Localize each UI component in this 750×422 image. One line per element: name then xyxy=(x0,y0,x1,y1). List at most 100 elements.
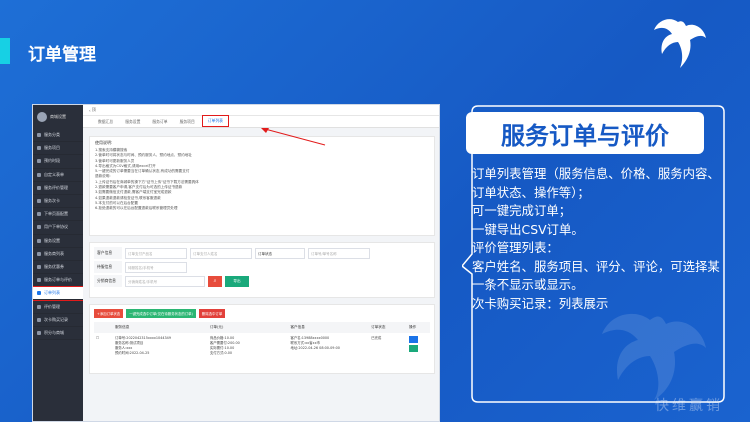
sidebar-item[interactable]: 服务商列表 xyxy=(33,248,83,261)
menu-icon xyxy=(37,330,41,335)
sidebar-item-label: 下单页面配置 xyxy=(44,211,68,217)
column-header xyxy=(96,325,115,330)
order-status-cell: 已完成 xyxy=(371,336,382,340)
sidebar-item[interactable]: 预约时段 xyxy=(33,155,83,169)
sidebar-item[interactable]: 服务分类 xyxy=(33,129,83,143)
menu-icon xyxy=(37,172,41,177)
tab-item[interactable]: 数据汇总 xyxy=(93,117,118,127)
customer-product-input[interactable]: 订单支付产品名 xyxy=(125,247,187,259)
filter-panel: 客户信息 订单支付产品名 订单支付人姓名 订单状态 订单号/单号名称 待服信息 … xyxy=(89,242,435,298)
customer-name-input[interactable]: 订单支付人姓名 xyxy=(190,247,252,259)
column-header: 服务信息 xyxy=(114,325,130,329)
column-header: 订单(元) xyxy=(209,325,224,329)
list-action-button[interactable]: +添加订单状态 xyxy=(94,309,124,318)
sidebar-item-label: 服务分类 xyxy=(44,132,60,138)
menu-icon xyxy=(37,199,41,204)
export-label: 导出 xyxy=(233,278,241,283)
menu-icon xyxy=(37,317,41,322)
sidebar-item[interactable]: 服务设置 xyxy=(33,235,83,248)
menu-icon xyxy=(37,185,41,190)
order-status-select[interactable]: 订单状态 xyxy=(255,247,305,259)
sidebar-item-label: 服务订单与评价 xyxy=(44,277,72,283)
sidebar-item[interactable]: 订单列表 xyxy=(33,286,84,302)
sidebar-header: 商城设置 xyxy=(33,105,83,129)
column-header: 操作 xyxy=(409,325,417,329)
sidebar-item[interactable]: 服务订单与评价 xyxy=(33,274,83,288)
sidebar-item-label: 预约时段 xyxy=(44,158,60,164)
tab-item[interactable]: 服务订单 xyxy=(147,117,172,127)
cell-line: 预约时间:2022-04-25 xyxy=(114,351,150,355)
top-bar: ‹ 顶 xyxy=(83,105,439,116)
sidebar-item[interactable]: 服务评价管理 xyxy=(33,182,83,195)
description-line: 可一键完成订单； xyxy=(472,203,572,218)
admin-screenshot: 商城设置 服务分类 服务项目 预约时段 自定义表单 服务评价管理 服务次卡 下单页面配置 用户… xyxy=(32,104,440,422)
sidebar-item[interactable]: 服务优惠券 xyxy=(33,261,83,275)
sidebar-item-label: 服务项目 xyxy=(44,145,60,151)
description-line: 一键导出CSV订单。 xyxy=(472,221,584,237)
row-checkbox[interactable]: ☐ xyxy=(96,336,99,340)
distributor-input[interactable]: 分销商姓名/手机号 xyxy=(125,275,205,287)
worker-info-label: 待服信息 xyxy=(94,261,122,273)
search-button[interactable]: ⌕ xyxy=(208,275,222,287)
table-row: ☐ 订单号:2022042315xxxx1044349 服务名称:测试项目 服务人:… xyxy=(94,333,430,359)
menu-icon xyxy=(37,238,41,243)
panel-headline: 服务订单与评价 xyxy=(501,121,669,150)
menu-icon xyxy=(37,264,41,269)
sidebar-item[interactable]: 次卡购买记录 xyxy=(33,314,83,327)
tab-item[interactable]: 订单列表 xyxy=(201,115,229,127)
pointer-arrow xyxy=(261,128,326,146)
sidebar-item[interactable]: 评价管理 xyxy=(33,300,83,314)
tab-item[interactable]: 服务项目 xyxy=(175,117,200,127)
sidebar-item[interactable]: 积分与商城 xyxy=(33,327,83,340)
list-action-button[interactable]: 一键完成选中订单(仅在待服务状态的订单) xyxy=(126,309,196,318)
worker-input[interactable]: 待服姓名/手机号 xyxy=(125,261,187,273)
avatar xyxy=(37,112,47,122)
edit-button[interactable] xyxy=(409,336,419,343)
column-header: 客户信息 xyxy=(290,325,305,329)
menu-icon xyxy=(37,304,41,309)
sidebar-item-label: 积分与商城 xyxy=(44,329,64,335)
panel-description: 订单列表管理（服务信息、价格、服务内容、订单状态、操作等）； 可一键完成订单； 一键… xyxy=(472,165,724,313)
customer-info-label: 客户信息 xyxy=(94,247,122,259)
sidebar-item-label: 次卡购买记录 xyxy=(44,316,68,322)
top-bar-label: 顶 xyxy=(91,107,96,112)
cell-line: 地址:2022-04-26 08:00-09:00 xyxy=(290,346,340,350)
column-header: 订单状态 xyxy=(371,325,386,329)
menu-icon xyxy=(37,146,41,151)
sidebar-item[interactable]: 服务项目 xyxy=(33,142,83,156)
menu-icon xyxy=(37,212,41,217)
detail-button[interactable] xyxy=(409,345,419,352)
sidebar: 商城设置 服务分类服务项目预约时段自定义表单服务评价管理服务次卡下单页面配置 用户… xyxy=(33,105,84,421)
menu-icon xyxy=(37,278,41,283)
sidebar-item-label: 自定义表单 xyxy=(44,171,64,177)
sidebar-user-name: 商城设置 xyxy=(50,114,66,119)
sidebar-item-label: 服务优惠券 xyxy=(44,263,64,269)
menu-icon xyxy=(37,159,41,164)
sidebar-item[interactable]: 自定义表单 xyxy=(33,169,83,182)
sidebar-item[interactable]: 用户下单协议 xyxy=(33,221,83,235)
menu-icon xyxy=(37,133,41,138)
headline-box: 服务订单与评价 xyxy=(466,112,704,154)
order-number-input[interactable]: 订单号/单号名称 xyxy=(308,247,370,259)
sidebar-item[interactable]: 下单页面配置 xyxy=(33,208,83,222)
sidebar-item-label: 用户下单协议 xyxy=(44,224,68,230)
description-line: 客户姓名、服务项目、评分、评论，可选择某一条不显示或显示。 xyxy=(472,258,720,293)
sidebar-item-label: 服务设置 xyxy=(44,237,60,243)
menu-icon xyxy=(37,251,41,256)
list-action-button[interactable]: 删除选中订单 xyxy=(198,309,226,318)
cell-line: 支付方式:0.00 xyxy=(209,351,233,355)
slide-title: 订单管理 xyxy=(28,45,96,65)
sidebar-item-label: 评价管理 xyxy=(44,303,60,309)
export-button[interactable]: 导出 xyxy=(225,275,249,287)
tab-item[interactable]: 服务设置 xyxy=(120,117,145,127)
menu-icon xyxy=(37,291,41,296)
title-accent-bar xyxy=(0,38,10,64)
description-line: 订单列表管理（服务信息、价格、服务内容、订单状态、操作等）； xyxy=(472,166,720,200)
sidebar-item[interactable]: 服务次卡 xyxy=(33,195,83,209)
help-line: 6.拒绝退款的可以在后台配置退款后联系管理员处理 xyxy=(95,206,178,211)
main-content: ‹ 顶 数据汇总 服务设置 服务订单 服务项目 订单列表 使用说明: 1.搜索支持模糊搜… xyxy=(83,105,439,421)
sidebar-item-label: 订单列表 xyxy=(44,290,60,296)
distributor-info-label: 分销商信息 xyxy=(94,275,122,287)
eagle-logo-icon xyxy=(654,19,706,68)
sidebar-item-label: 服务评价管理 xyxy=(44,184,68,190)
